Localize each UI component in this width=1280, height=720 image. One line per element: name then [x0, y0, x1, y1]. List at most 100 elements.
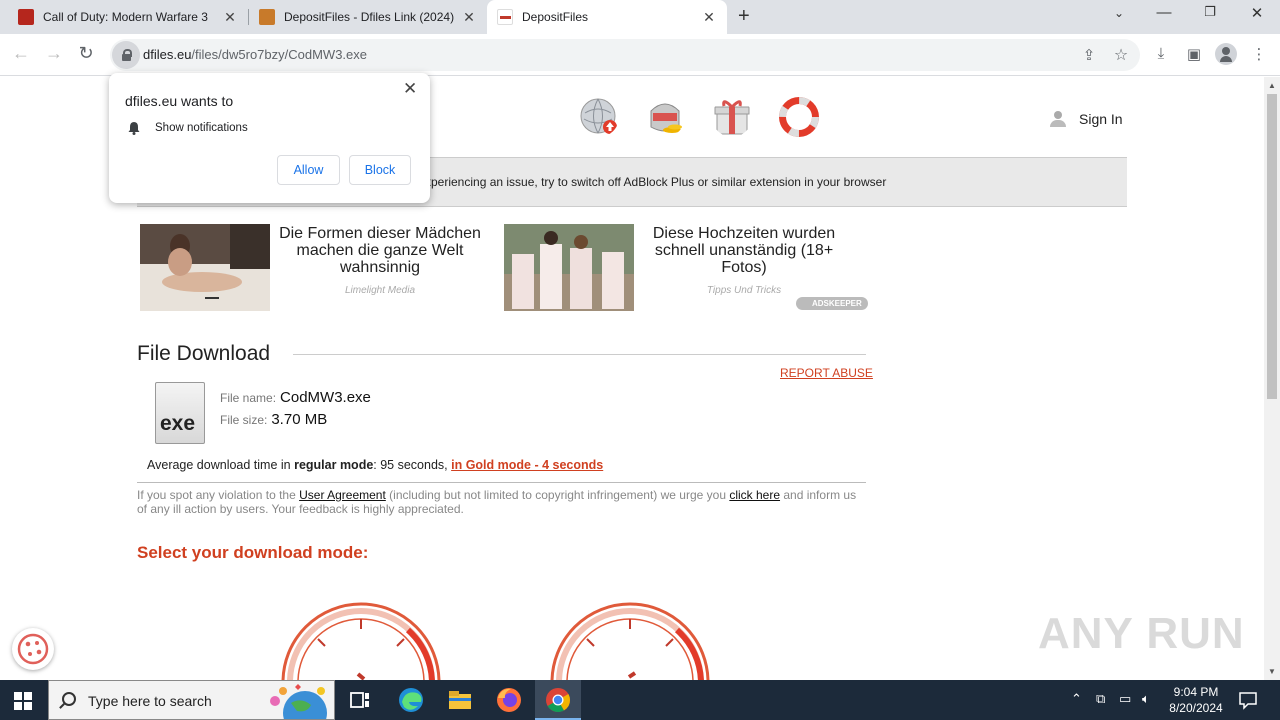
- page-title: File Download: [137, 342, 271, 365]
- notification-center-icon[interactable]: [1238, 690, 1258, 710]
- tab-depositfiles[interactable]: DepositFiles ✕: [487, 0, 727, 34]
- bell-icon: [128, 122, 140, 135]
- cookie-settings-icon[interactable]: [12, 628, 54, 670]
- gold-mode-gauge[interactable]: [547, 597, 713, 680]
- tab-search-icon[interactable]: ⌄: [1104, 6, 1134, 20]
- close-tab-icon[interactable]: ✕: [222, 9, 238, 26]
- report-abuse-link[interactable]: REPORT ABUSE: [780, 366, 873, 380]
- tab-call-of-duty[interactable]: Call of Duty: Modern Warfare 3 ✕: [8, 0, 248, 34]
- ad-title-2[interactable]: Diese Hochzeiten wurden schnell unanstän…: [639, 225, 849, 276]
- close-icon[interactable]: ✕: [403, 79, 417, 99]
- download-icon[interactable]: ⤓: [1151, 45, 1171, 62]
- user-icon: [1049, 110, 1067, 128]
- divider: [137, 482, 866, 483]
- windows-start-icon[interactable]: [14, 692, 32, 710]
- clock-date: 8/20/2024: [1169, 701, 1223, 715]
- tab-strip: Call of Duty: Modern Warfare 3 ✕ Deposit…: [0, 0, 1280, 34]
- lock-icon[interactable]: [112, 41, 140, 69]
- tab-title: DepositFiles: [522, 10, 589, 24]
- average-download-time: Average download time in regular mode: 9…: [147, 458, 603, 472]
- scroll-down-icon[interactable]: ▼: [1268, 667, 1276, 676]
- gold-wallet-icon[interactable]: [645, 97, 685, 137]
- file-size-row: File size: 3.70 MB: [220, 411, 327, 428]
- scroll-up-icon[interactable]: ▲: [1268, 81, 1276, 90]
- lifebuoy-support-icon[interactable]: [779, 97, 819, 137]
- search-highlight-globe-icon: [270, 684, 327, 719]
- file-ext-label: exe: [160, 412, 196, 435]
- user-agreement-link[interactable]: User Agreement: [299, 488, 386, 502]
- file-size-label: File size:: [220, 413, 268, 427]
- anyrun-watermark: ANY RUN: [1038, 609, 1245, 658]
- violation-notice: If you spot any violation to the User Ag…: [137, 488, 866, 516]
- ad-title-1[interactable]: Die Formen dieser Mädchen machen die gan…: [275, 225, 485, 276]
- file-explorer-icon[interactable]: [446, 686, 474, 714]
- notification-permission-popup: dfiles.eu wants to ✕ Show notifications …: [109, 73, 430, 203]
- profile-avatar-icon[interactable]: [1215, 43, 1237, 65]
- windows-taskbar: Type here to search ⌃ ⧉ ▭ 🔈︎ 9:04 PM 8/2…: [0, 680, 1280, 720]
- popup-title: dfiles.eu wants to: [125, 93, 234, 109]
- minimize-icon[interactable]: —: [1149, 4, 1179, 21]
- menu-kebab-icon[interactable]: ⋮: [1249, 45, 1269, 63]
- gift-icon[interactable]: [712, 97, 752, 137]
- regular-mode-gauge[interactable]: [278, 597, 444, 680]
- forward-icon[interactable]: →: [42, 43, 66, 64]
- tray-app-icon[interactable]: ⧉: [1096, 691, 1105, 707]
- ad-source-1: Limelight Media: [344, 285, 416, 296]
- task-view-icon[interactable]: [346, 686, 374, 714]
- tab-favicon-icon: [259, 9, 275, 25]
- click-here-link[interactable]: click here: [729, 488, 780, 502]
- avg-prefix: Average download time in: [147, 458, 295, 472]
- ad-image-1[interactable]: [140, 224, 270, 311]
- url-host: dfiles.eu: [143, 47, 192, 62]
- browser-toolbar: ← → ↻ dfiles.eu/files/dw5ro7bzy/CodMW3.e…: [0, 34, 1280, 76]
- close-tab-icon[interactable]: ✕: [701, 9, 717, 26]
- reload-icon[interactable]: ↻: [74, 43, 98, 64]
- upload-globe-icon[interactable]: [579, 97, 619, 137]
- ad-source-2: Tipps Und Tricks: [706, 285, 782, 296]
- exe-file-icon: exe: [150, 382, 206, 446]
- bookmark-star-icon[interactable]: ☆: [1111, 45, 1131, 65]
- block-button[interactable]: Block: [349, 155, 411, 185]
- scrollbar-thumb[interactable]: [1267, 94, 1277, 399]
- url-path: /files/dw5ro7bzy/CodMW3.exe: [191, 47, 367, 62]
- sign-in-link[interactable]: Sign In: [1049, 110, 1123, 128]
- network-icon[interactable]: ▭: [1119, 691, 1131, 707]
- restore-icon[interactable]: ❐: [1195, 4, 1225, 20]
- permission-text: Show notifications: [155, 122, 248, 134]
- avg-regular-value: : 95 seconds,: [373, 458, 452, 472]
- tab-title: DepositFiles - Dfiles Link (2024) d: [284, 10, 455, 24]
- close-window-icon[interactable]: ✕: [1242, 4, 1272, 22]
- back-icon[interactable]: ←: [9, 43, 33, 64]
- volume-icon[interactable]: 🔈︎: [1142, 691, 1150, 707]
- tab-title: Call of Duty: Modern Warfare 3: [43, 10, 208, 24]
- allow-button[interactable]: Allow: [277, 155, 340, 185]
- chrome-icon[interactable]: [544, 686, 572, 714]
- select-mode-heading: Select your download mode:: [137, 543, 369, 562]
- url-text[interactable]: dfiles.eu/files/dw5ro7bzy/CodMW3.exe: [143, 47, 367, 62]
- violation-text-2: (including but not limited to copyright …: [385, 488, 730, 502]
- sign-in-label: Sign In: [1079, 111, 1123, 127]
- side-panel-icon[interactable]: ▣: [1184, 45, 1204, 63]
- adskeeper-badge[interactable]: ADSKEEPER: [796, 297, 868, 310]
- taskbar-clock[interactable]: 9:04 PM 8/20/2024: [1164, 684, 1228, 716]
- vertical-scrollbar[interactable]: ▲ ▼: [1264, 77, 1280, 680]
- address-bar[interactable]: dfiles.eu/files/dw5ro7bzy/CodMW3.exe ⇪ ☆: [110, 39, 1140, 71]
- ad-image-2[interactable]: [504, 224, 634, 311]
- new-tab-icon[interactable]: +: [738, 5, 750, 28]
- tray-expand-icon[interactable]: ⌃: [1071, 691, 1082, 707]
- firefox-icon[interactable]: [495, 686, 523, 714]
- file-name-row: File name: CodMW3.exe: [220, 389, 371, 406]
- file-name-value: CodMW3.exe: [280, 389, 371, 406]
- tab-depositfiles-link[interactable]: DepositFiles - Dfiles Link (2024) d ✕: [249, 0, 487, 34]
- close-tab-icon[interactable]: ✕: [461, 9, 477, 26]
- tab-favicon-icon: [497, 9, 513, 25]
- search-placeholder: Type here to search: [88, 693, 212, 709]
- file-size-value: 3.70 MB: [271, 411, 328, 428]
- search-icon: [62, 692, 76, 706]
- taskbar-search-box[interactable]: Type here to search: [48, 680, 335, 720]
- edge-browser-icon[interactable]: [397, 686, 425, 714]
- gold-mode-link[interactable]: in Gold mode - 4 seconds: [451, 458, 603, 472]
- clock-time: 9:04 PM: [1173, 685, 1219, 699]
- file-name-label: File name:: [220, 391, 277, 405]
- share-icon[interactable]: ⇪: [1079, 46, 1099, 64]
